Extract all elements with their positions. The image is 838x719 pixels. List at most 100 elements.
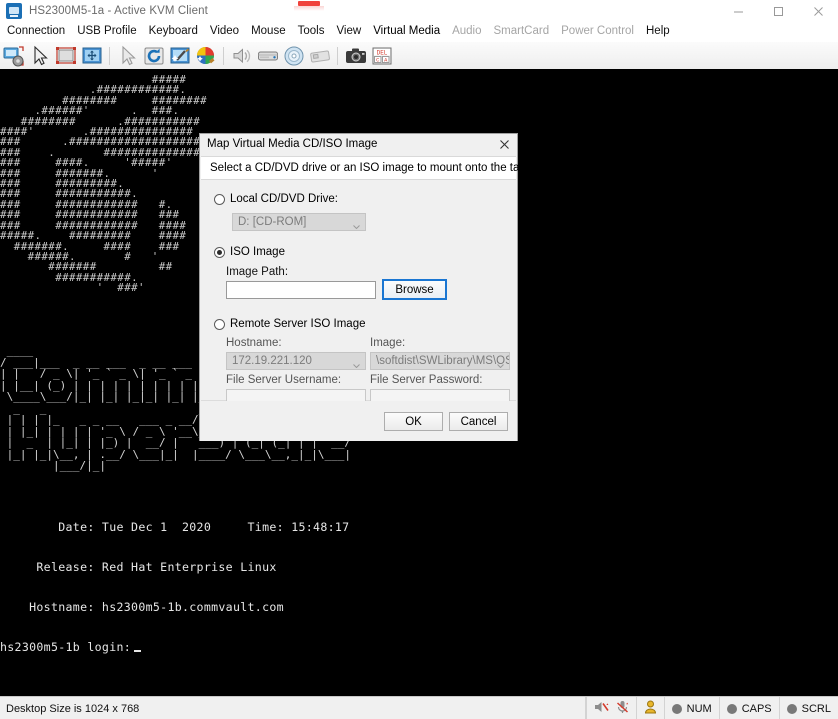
radio-indicator — [214, 247, 225, 258]
svg-text:C: C — [376, 57, 379, 63]
connection-properties-icon[interactable] — [2, 44, 26, 68]
num-lock-indicator: NUM — [664, 697, 719, 719]
image-path-input[interactable] — [226, 281, 376, 299]
fit-window-icon[interactable] — [54, 44, 78, 68]
file-server-username-label: File Server Username: — [226, 374, 341, 386]
smartcard-icon[interactable] — [308, 44, 332, 68]
radio-iso-image-label: ISO Image — [230, 246, 285, 258]
toolbar-separator — [109, 47, 110, 65]
status-bar: Desktop Size is 1024 x 768 — [0, 696, 838, 719]
speaker-muted-icon — [594, 700, 609, 717]
radio-local-cd-dvd-drive[interactable]: Local CD/DVD Drive: — [214, 193, 338, 205]
image-select: \softdist\SWLibrary\MS\OS\IS — [370, 352, 510, 370]
hostname-select: 172.19.221.120 — [226, 352, 366, 370]
caps-lock-indicator: CAPS — [719, 697, 779, 719]
radio-local-cd-dvd-drive-label: Local CD/DVD Drive: — [230, 193, 338, 205]
connected-user-icon — [644, 700, 657, 717]
kvm-client-window: HS2300M5-1a - Active KVM Client Connecti… — [0, 0, 838, 719]
toolbar: DEL C A — [0, 42, 838, 70]
microphone-muted-icon — [616, 700, 629, 717]
app-icon — [6, 3, 22, 19]
menu-virtual-media[interactable]: Virtual Media — [367, 23, 446, 41]
radio-indicator — [214, 194, 225, 205]
scroll-lock-indicator: SCRL — [779, 697, 838, 719]
login-prompt: hs2300m5-1b login: — [0, 640, 131, 654]
chevron-down-icon — [353, 220, 360, 224]
ctrl-alt-del-icon[interactable]: DEL C A — [370, 44, 394, 68]
dialog-title: Map Virtual Media CD/ISO Image — [207, 138, 377, 150]
cd-iso-icon[interactable] — [282, 44, 306, 68]
cancel-button-label: Cancel — [461, 416, 497, 428]
maximize-button[interactable] — [758, 0, 798, 22]
dialog-instruction-text: Select a CD/DVD drive or an ISO image to… — [210, 162, 577, 174]
caps-lock-label: CAPS — [742, 703, 772, 715]
hostname-selected-value: 172.19.221.120 — [232, 355, 312, 367]
cancel-button[interactable]: Cancel — [449, 412, 508, 431]
radio-indicator — [214, 319, 225, 330]
window-title: HS2300M5-1a - Active KVM Client — [29, 5, 208, 17]
menu-tools[interactable]: Tools — [292, 23, 331, 41]
scale-video-icon[interactable] — [80, 44, 104, 68]
num-lock-led — [672, 704, 682, 714]
virtual-drive-icon[interactable] — [256, 44, 280, 68]
svg-text:DEL: DEL — [377, 49, 388, 56]
dialog-instruction-banner: Select a CD/DVD drive or an ISO image to… — [201, 156, 516, 180]
image-path-label: Image Path: — [226, 266, 288, 278]
menu-usb-profile[interactable]: USB Profile — [71, 23, 142, 41]
hostname-label: Hostname: — [226, 337, 282, 349]
toolbar-separator — [337, 47, 338, 65]
login-prompt-row: hs2300m5-1b login: — [0, 641, 349, 654]
mouse-pointer-icon[interactable] — [28, 44, 52, 68]
terminal-cursor — [134, 650, 141, 652]
num-lock-label: NUM — [687, 703, 712, 715]
menu-power-control: Power Control — [555, 23, 640, 41]
local-drive-selected-value: D: [CD-ROM] — [238, 216, 306, 228]
dialog-title-bar: Map Virtual Media CD/ISO Image — [200, 134, 517, 154]
menu-bar: Connection USB Profile Keyboard Video Mo… — [0, 22, 838, 42]
close-button[interactable] — [798, 0, 838, 22]
local-drive-select: D: [CD-ROM] — [232, 213, 366, 231]
auto-sense-video-icon[interactable] — [168, 44, 192, 68]
caps-lock-led — [727, 704, 737, 714]
menu-view[interactable]: View — [330, 23, 367, 41]
map-virtual-media-dialog: Map Virtual Media CD/ISO Image Select a … — [199, 133, 518, 441]
toolbar-separator — [223, 47, 224, 65]
boot-logo-ascii-art: ##### .############. ######## ######## .… — [0, 75, 207, 294]
audio-icon[interactable] — [230, 44, 254, 68]
desktop-size-status: Desktop Size is 1024 x 768 — [0, 697, 586, 719]
chevron-down-icon — [497, 359, 504, 363]
window-controls — [718, 0, 838, 22]
title-bar: HS2300M5-1a - Active KVM Client — [0, 0, 838, 22]
color-calibrate-icon[interactable] — [194, 44, 218, 68]
scroll-lock-label: SCRL — [802, 703, 831, 715]
ok-button-label: OK — [405, 416, 422, 428]
menu-audio: Audio — [446, 23, 487, 41]
console-output: Date: Tue Dec 1 2020 Time: 15:48:17 Rele… — [0, 494, 349, 682]
menu-connection[interactable]: Connection — [1, 23, 71, 41]
file-server-password-label: File Server Password: — [370, 374, 482, 386]
console-line-date: Date: Tue Dec 1 2020 Time: 15:48:17 — [0, 521, 349, 534]
minimize-button[interactable] — [718, 0, 758, 22]
menu-help[interactable]: Help — [640, 23, 676, 41]
radio-iso-image[interactable]: ISO Image — [214, 246, 285, 258]
radio-remote-server-iso-image[interactable]: Remote Server ISO Image — [214, 318, 366, 330]
dialog-close-icon[interactable] — [493, 135, 515, 153]
radio-remote-server-iso-image-label: Remote Server ISO Image — [230, 318, 366, 330]
dialog-footer: OK Cancel — [200, 401, 517, 441]
audio-status-cell — [586, 697, 636, 719]
screenshot-icon[interactable] — [344, 44, 368, 68]
refresh-screen-icon[interactable] — [142, 44, 166, 68]
ok-button[interactable]: OK — [384, 412, 443, 431]
console-line-hostname: Hostname: hs2300m5-1b.commvault.com — [0, 601, 349, 614]
sync-mouse-icon[interactable] — [116, 44, 140, 68]
console-line-release: Release: Red Hat Enterprise Linux — [0, 561, 349, 574]
connected-user-cell — [636, 697, 664, 719]
red-marker-annotation — [298, 1, 320, 6]
menu-video[interactable]: Video — [204, 23, 245, 41]
menu-keyboard[interactable]: Keyboard — [143, 23, 204, 41]
menu-smartcard: SmartCard — [488, 23, 556, 41]
menu-mouse[interactable]: Mouse — [245, 23, 292, 41]
dialog-body: Local CD/DVD Drive: D: [CD-ROM] ISO Imag… — [201, 180, 516, 401]
image-selected-value: \softdist\SWLibrary\MS\OS\IS — [376, 355, 509, 367]
browse-button[interactable]: Browse — [382, 279, 447, 300]
